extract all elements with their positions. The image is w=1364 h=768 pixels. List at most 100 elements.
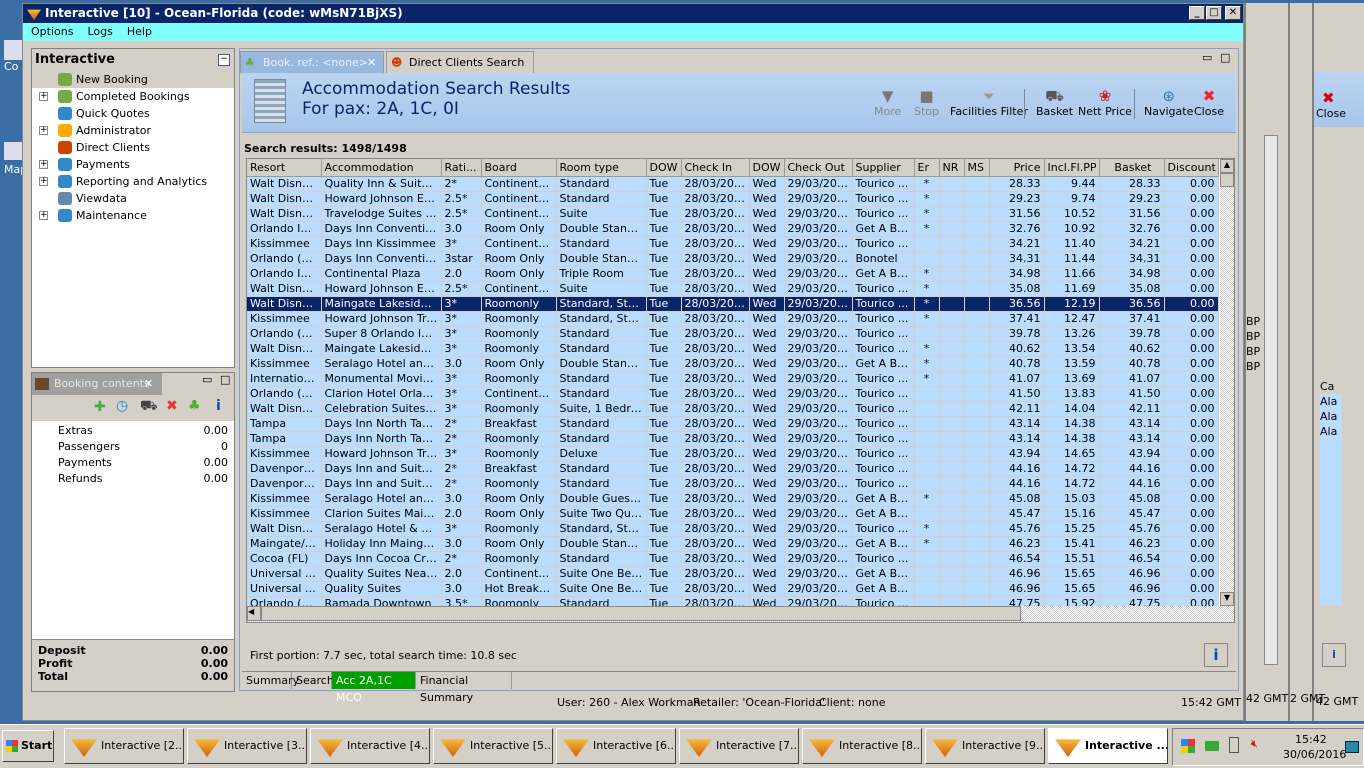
taskbar-item[interactable]: Interactive [6... — [556, 728, 676, 764]
table-row[interactable]: Walt Disney... Celebration Suites At... 3*… — [247, 401, 1219, 417]
maximize-icon[interactable]: □ — [220, 373, 230, 386]
more-button[interactable]: ▼ More — [874, 87, 901, 118]
close-button[interactable]: ✖ Close — [1194, 87, 1224, 118]
close-button[interactable]: Close — [1316, 107, 1346, 120]
table-row[interactable]: Walt Disney... Maingate Lakeside R... 3* Ro… — [247, 296, 1219, 312]
menu-options[interactable]: Options — [31, 25, 73, 38]
taskbar-item[interactable]: Interactive [5... — [433, 728, 553, 764]
background-window[interactable]: ✖ Close Ca Ala Ala Ala i 42 GMT — [1312, 3, 1364, 721]
expand-icon[interactable]: + — [39, 211, 48, 220]
table-row[interactable]: Walt Disney... Howard Johnson Exp... 2.5* C… — [247, 281, 1219, 297]
minimize-button[interactable]: _ — [1189, 6, 1205, 20]
bottom-tab[interactable]: Financial Summary — [416, 672, 512, 704]
taskbar-item[interactable]: Interactive [4... — [310, 728, 430, 764]
taskbar-item[interactable]: Interactive [3... — [187, 728, 307, 764]
column-header[interactable]: Resort — [247, 159, 322, 177]
column-header[interactable]: Supplier — [852, 159, 915, 177]
table-row[interactable]: Orlando Int... Days Inn Convention... 3.0 R… — [247, 221, 1219, 237]
bottom-tab[interactable]: Search — [292, 672, 334, 689]
minimize-icon[interactable]: ▭ — [202, 373, 212, 386]
table-row[interactable]: Kissimmee Days Inn Kissimmee 3* Continental… — [247, 236, 1219, 252]
taskbar-item[interactable]: Interactive ... — [1048, 728, 1168, 764]
nav-item[interactable]: + Maintenance — [32, 207, 234, 224]
table-row[interactable]: Universal O... Quality Suites 3.0 Hot Break… — [247, 581, 1219, 597]
tray-icon[interactable] — [1181, 739, 1195, 753]
network-icon[interactable] — [1205, 741, 1219, 751]
taskbar-item[interactable]: Interactive [7... — [679, 728, 799, 764]
basket-button[interactable]: ⛟ Basket — [1036, 87, 1073, 118]
table-row[interactable]: Tampa Days Inn North Tamp... 2* Roomonly Sta… — [247, 431, 1219, 447]
table-row[interactable]: Kissimmee Howard Johnson Tro... 3* Roomonly… — [247, 446, 1219, 462]
table-row[interactable]: Cocoa (FL) Days Inn Cocoa Crui... 2* Roomon… — [247, 551, 1219, 567]
table-row[interactable]: Orlando Int... Continental Plaza 2.0 Room O… — [247, 266, 1219, 282]
taskbar-item[interactable]: Interactive [9... — [925, 728, 1045, 764]
column-header[interactable]: NR — [939, 159, 965, 177]
tab-booking-contents[interactable]: Booking contents ✕ — [32, 373, 162, 395]
column-header[interactable]: Price — [989, 159, 1045, 177]
table-row[interactable]: Tampa Days Inn North Tamp... 2* Breakfast St… — [247, 416, 1219, 432]
scrollbar[interactable] — [1264, 135, 1278, 665]
background-window[interactable] — [1288, 3, 1312, 721]
column-header[interactable]: MS — [964, 159, 990, 177]
desktop-icon[interactable] — [4, 40, 24, 60]
nav-item[interactable]: + Payments — [32, 156, 234, 173]
nav-item[interactable]: + Reporting and Analytics — [32, 173, 234, 190]
column-header[interactable]: Room type — [556, 159, 647, 177]
column-header[interactable]: DOW — [646, 159, 682, 177]
horizontal-scrollbar[interactable]: ◀ — [247, 606, 1234, 622]
bottom-tab[interactable]: Summary — [242, 672, 299, 689]
expand-icon[interactable]: + — [39, 126, 48, 135]
close-window-button[interactable]: ✕ — [1225, 6, 1241, 20]
table-row[interactable]: Davenport ... Days Inn and Suites ... 2* Ro… — [247, 476, 1219, 492]
maximize-icon[interactable]: □ — [1220, 51, 1230, 64]
device-icon[interactable] — [1229, 737, 1239, 753]
clock-icon[interactable]: ◷ — [116, 398, 128, 414]
show-desktop-icon[interactable] — [1345, 741, 1359, 753]
volume-muted-icon[interactable]: 🔇︎ — [1251, 737, 1258, 751]
column-header[interactable]: Accommodation — [321, 159, 442, 177]
nett-price-button[interactable]: ❀ Nett Price — [1078, 87, 1132, 118]
close-tab-icon[interactable]: ✕ — [367, 52, 376, 74]
nav-item[interactable]: + Completed Bookings — [32, 88, 234, 105]
basket-icon[interactable]: ⛟ — [140, 398, 158, 416]
maximize-button[interactable]: □ — [1206, 6, 1222, 20]
table-row[interactable]: Internation... Monumental Moviela... 3* Roo… — [247, 371, 1219, 387]
navigate-button[interactable]: ⊛ Navigate — [1144, 87, 1193, 118]
column-header[interactable]: Discount — [1164, 159, 1219, 177]
column-header[interactable]: DOW — [749, 159, 785, 177]
table-row[interactable]: Orlando (FL) Super 8 Orlando Inte... 3* Roo… — [247, 326, 1219, 342]
column-header[interactable]: Check In — [681, 159, 750, 177]
column-header[interactable]: Incl.Fl.PP — [1044, 159, 1100, 177]
table-row[interactable]: Davenport ... Days Inn and Suites ... 2* Br… — [247, 461, 1219, 477]
table-row[interactable]: Orlando (FL) Days Inn Convention... 3star R… — [247, 251, 1219, 267]
nav-item[interactable]: Quick Quotes — [32, 105, 234, 122]
palm-icon[interactable]: ♣ — [188, 398, 201, 414]
info-button[interactable]: i — [1322, 643, 1346, 667]
table-row[interactable]: Walt Disney... Quality Inn & Suites ... 2*… — [247, 176, 1219, 192]
column-header[interactable]: Rati... — [441, 159, 482, 177]
table-row[interactable]: Kissimmee Howard Johnson Tro... 3* Roomonly… — [247, 311, 1219, 327]
menu-help[interactable]: Help — [127, 25, 152, 38]
nav-item[interactable]: + Administrator — [32, 122, 234, 139]
taskbar-item[interactable]: Interactive [2... — [64, 728, 184, 764]
close-tab-icon[interactable]: ✕ — [144, 373, 153, 395]
table-row[interactable]: Walt Disney... Travelodge Suites Ea... 2.5… — [247, 206, 1219, 222]
clock-time[interactable]: 15:42 — [1295, 733, 1327, 746]
column-header[interactable]: Check Out — [784, 159, 853, 177]
nav-item[interactable]: Viewdata — [32, 190, 234, 207]
tab-direct-clients-search[interactable]: ☻ Direct Clients Search — [386, 51, 534, 73]
desktop-icon[interactable] — [4, 142, 24, 160]
collapse-icon[interactable]: − — [218, 54, 230, 66]
table-row[interactable]: Kissimmee Seralago Hotel and S... 3.0 Room … — [247, 491, 1219, 507]
start-button[interactable]: Start — [2, 730, 54, 762]
table-row[interactable]: Walt Disney... Maingate Lakeside R... 3* Ro… — [247, 341, 1219, 357]
taskbar-item[interactable]: Interactive [8... — [802, 728, 922, 764]
table-row[interactable]: Walt Disney...Seralago Hotel & Suites3*R… — [247, 521, 1219, 537]
expand-icon[interactable]: + — [39, 92, 48, 101]
expand-icon[interactable]: + — [39, 160, 48, 169]
table-row[interactable]: Walt Disney... Howard Johnson Exp... 2.5* C… — [247, 191, 1219, 207]
facilities-filter-button[interactable]: ⏷ Facilities Filter — [950, 87, 1028, 118]
expand-icon[interactable]: + — [39, 177, 48, 186]
tab-booking[interactable]: ♣ Book. ref.: <none> ✕ — [240, 51, 384, 73]
nav-item[interactable]: Direct Clients — [32, 139, 234, 156]
